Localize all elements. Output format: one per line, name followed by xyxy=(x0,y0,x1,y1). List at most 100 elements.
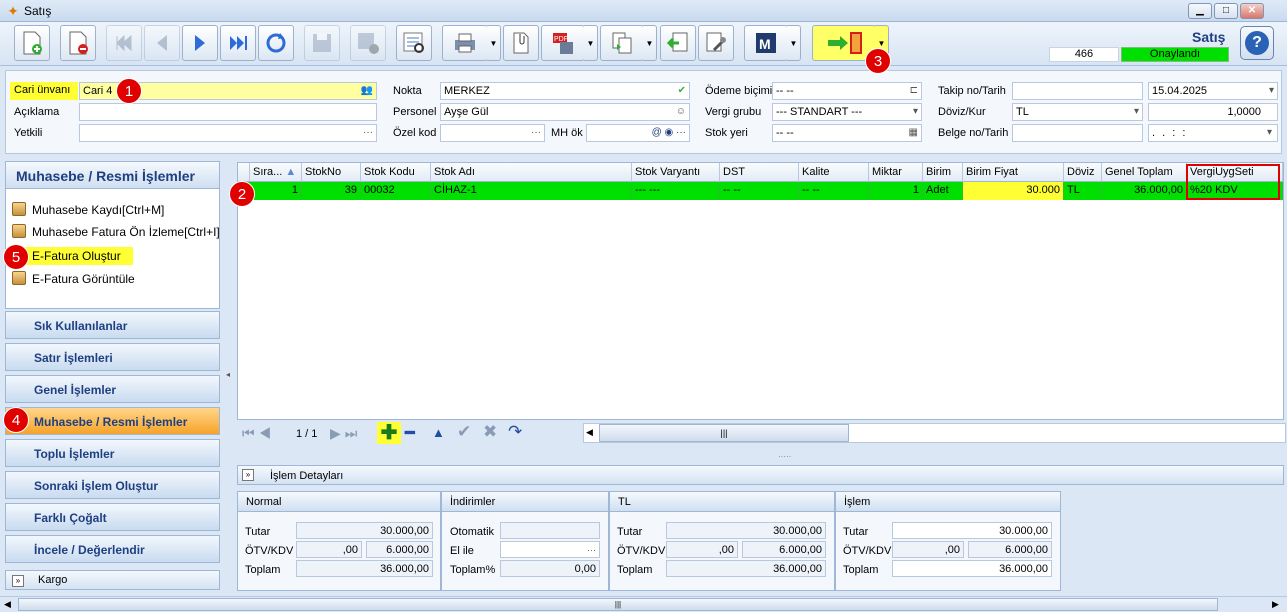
import-button[interactable] xyxy=(660,25,696,61)
grid-header-birimfiyat[interactable]: Birim Fiyat xyxy=(963,163,1064,182)
cell-stokvaryanti[interactable]: --- --- xyxy=(632,182,720,200)
m-module-button[interactable]: M xyxy=(744,25,788,61)
grid-header-geneltoplam[interactable]: Genel Toplam xyxy=(1102,163,1187,182)
ellipsis-icon[interactable]: ··· xyxy=(587,545,596,555)
ozelkod-input[interactable]: ··· xyxy=(440,124,545,142)
help-button[interactable]: ? xyxy=(1240,26,1274,60)
nav-satir-islemleri[interactable]: Satır İşlemleri xyxy=(5,343,220,371)
previous-record-button[interactable] xyxy=(144,25,180,61)
grid-icon[interactable]: ▦ xyxy=(909,126,918,140)
scroll-left-icon[interactable]: ◀ xyxy=(586,427,593,438)
cell-birim[interactable]: Adet xyxy=(923,182,963,200)
nav-muhasebe-resmi[interactable]: Muhasebe / Resmi İşlemler xyxy=(5,407,220,435)
splitter-grip-icon[interactable]: ····· xyxy=(778,452,791,461)
confirm-row-button[interactable]: ✔ xyxy=(457,422,471,442)
nav-incele-degerlendir[interactable]: İncele / Değerlendir xyxy=(5,535,220,563)
minimize-button[interactable]: ▁ xyxy=(1188,3,1212,19)
pdf-dropdown[interactable]: ▼ xyxy=(584,25,598,61)
new-document-button[interactable] xyxy=(14,25,50,61)
nav-sik-kullanilanlar[interactable]: Sık Kullanılanlar xyxy=(5,311,220,339)
first-record-button[interactable] xyxy=(106,25,142,61)
stok-yeri-input[interactable]: -- -- ▦ xyxy=(772,124,922,142)
mhok-input[interactable]: @ ◉ ··· xyxy=(586,124,690,142)
cell-doviz[interactable]: TL xyxy=(1064,182,1102,200)
grid-header-stokvaryanti[interactable]: Stok Varyantı xyxy=(632,163,720,182)
nokta-input[interactable]: MERKEZ ✔ xyxy=(440,82,690,100)
grid-header-miktar[interactable]: Miktar xyxy=(869,163,923,182)
yetkili-input[interactable]: ··· xyxy=(79,124,377,142)
delete-row-button[interactable]: ━ xyxy=(405,423,415,443)
grid-header-stokkodu[interactable]: Stok Kodu xyxy=(361,163,431,182)
redo-button[interactable]: ↷ xyxy=(508,422,522,442)
takip-input[interactable] xyxy=(1012,82,1143,100)
cell-birimfiyat[interactable]: 30.000 xyxy=(963,182,1064,200)
odeme-input[interactable]: -- -- ⊏ xyxy=(772,82,922,100)
nav-farkli-cogalt[interactable]: Farklı Çoğalt xyxy=(5,503,220,531)
save-close-button[interactable] xyxy=(350,25,386,61)
add-row-button[interactable]: ✚ xyxy=(377,422,401,444)
nav-sonraki-islem[interactable]: Sonraki İşlem Oluştur xyxy=(5,471,220,499)
cell-stokno[interactable]: 39 xyxy=(302,182,361,200)
chevron-down-icon[interactable]: ▾ xyxy=(1269,84,1274,98)
e-fatura-goruntule-item[interactable]: E-Fatura Görüntüle xyxy=(12,270,135,288)
last-record-button[interactable] xyxy=(220,25,256,61)
grid-header-doviz[interactable]: Döviz xyxy=(1064,163,1102,182)
doviz-select[interactable]: TL ▾ xyxy=(1012,103,1143,121)
attachment-button[interactable] xyxy=(503,25,539,61)
kur-input[interactable]: 1,0000 xyxy=(1148,103,1278,121)
nav-genel-islemler[interactable]: Genel İşlemler xyxy=(5,375,220,403)
fatura-onizleme-item[interactable]: Muhasebe Fatura Ön İzleme[Ctrl+I] xyxy=(12,223,220,241)
grid-horizontal-scrollbar[interactable]: ◀ ||| xyxy=(583,423,1286,443)
belge-date-input[interactable]: . . : : ▾ xyxy=(1148,124,1278,142)
people-icon[interactable]: 👥 xyxy=(361,84,373,98)
print-button[interactable] xyxy=(442,25,488,61)
kargo-section[interactable]: » Kargo xyxy=(5,570,220,590)
m-module-dropdown[interactable]: ▼ xyxy=(787,25,801,61)
grid-header-birim[interactable]: Birim xyxy=(923,163,963,182)
e-fatura-olustur-item[interactable]: E-Fatura Oluştur xyxy=(12,247,133,265)
ellipsis-icon[interactable]: ··· xyxy=(363,126,373,140)
check-icon[interactable]: ✔ xyxy=(678,84,686,98)
collapse-icon[interactable]: » xyxy=(242,469,254,481)
main-horizontal-scrollbar[interactable]: ◀ ||| ▶ xyxy=(0,596,1287,612)
cell-kalite[interactable]: -- -- xyxy=(799,182,869,200)
chevron-down-icon[interactable]: ▾ xyxy=(913,105,918,119)
copy-dropdown[interactable]: ▼ xyxy=(643,25,657,61)
nav-first-prev-icons[interactable]: ⏮◀ xyxy=(242,425,275,442)
print-dropdown[interactable]: ▼ xyxy=(487,25,501,61)
grid-header-kalite[interactable]: Kalite xyxy=(799,163,869,182)
ellipsis-icon[interactable]: ··· xyxy=(531,126,541,140)
vergi-grubu-select[interactable]: --- STANDART --- ▾ xyxy=(772,103,922,121)
belge-input[interactable] xyxy=(1012,124,1143,142)
expand-icon[interactable]: » xyxy=(12,575,24,587)
scroll-thumb[interactable]: ||| xyxy=(599,424,849,442)
scroll-left-icon[interactable]: ◀ xyxy=(4,599,11,610)
aciklama-input[interactable] xyxy=(79,103,377,121)
cell-geneltoplam[interactable]: 36.000,00 xyxy=(1102,182,1187,200)
cell-sira[interactable]: 1 xyxy=(250,182,302,200)
cell-stokkodu[interactable]: 00032 xyxy=(361,182,431,200)
muhasebe-kaydi-item[interactable]: Muhasebe Kaydı[Ctrl+M] xyxy=(12,201,164,219)
grid-header-stokadi[interactable]: Stok Adı xyxy=(431,163,632,182)
scroll-right-icon[interactable]: ▶ xyxy=(1272,599,1279,610)
refresh-button[interactable] xyxy=(258,25,294,61)
elile-input[interactable]: ··· xyxy=(500,541,600,558)
grid-header-sira[interactable]: Sıra... ▲ xyxy=(250,163,302,182)
delete-document-button[interactable] xyxy=(60,25,96,61)
nav-toplu-islemler[interactable]: Toplu İşlemler xyxy=(5,439,220,467)
nav-next-last-icons[interactable]: ▶⏭ xyxy=(330,425,361,442)
close-window-button[interactable]: ✕ xyxy=(1240,3,1264,19)
cancel-row-button[interactable]: ✖ xyxy=(483,422,497,442)
cell-miktar[interactable]: 1 xyxy=(869,182,923,200)
next-record-button[interactable] xyxy=(182,25,218,61)
tree-icon[interactable]: ⊏ xyxy=(910,84,918,98)
grid-header-stokno[interactable]: StokNo xyxy=(302,163,361,182)
preview-button[interactable] xyxy=(396,25,432,61)
settings-tools-button[interactable] xyxy=(698,25,734,61)
personel-input[interactable]: Ayşe Gül ☺ xyxy=(440,103,690,121)
pdf-export-button[interactable]: PDF xyxy=(541,25,585,61)
scroll-thumb[interactable]: ||| xyxy=(18,598,1218,611)
chevron-down-icon[interactable]: ▾ xyxy=(1134,105,1139,119)
cell-stokadi[interactable]: CİHAZ-1 xyxy=(431,182,632,200)
splitter-arrow-icon[interactable]: ◂ xyxy=(226,370,230,379)
